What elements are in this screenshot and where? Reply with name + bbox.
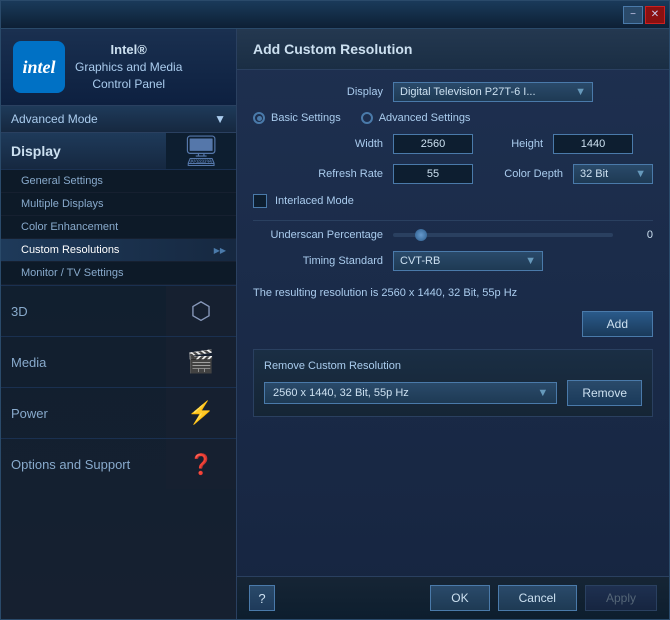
basic-radio-icon [253,112,265,124]
3d-label: 3D [1,296,166,327]
underscan-value: 0 [623,229,653,241]
advanced-radio-icon [361,112,373,124]
app-title: Intel® Graphics and Media Control Panel [75,41,182,93]
sidebar-item-3d[interactable]: 3D ⬡ [1,285,236,336]
support-icon: ❓ [166,439,236,489]
sub-nav: General Settings Multiple Displays Color… [1,170,236,285]
timing-row: Timing Standard CVT-RB ▼ [253,251,653,271]
height-label: Height [483,138,543,150]
basic-settings-label: Basic Settings [271,112,341,124]
interlaced-checkbox[interactable] [253,194,267,208]
sidebar-item-power[interactable]: Power ⚡ [1,387,236,438]
advanced-settings-radio[interactable]: Advanced Settings [361,112,471,124]
basic-settings-radio[interactable]: Basic Settings [253,112,341,124]
sidebar-item-color-enhancement[interactable]: Color Enhancement [1,216,236,239]
minimize-button[interactable]: − [623,6,643,24]
3d-icon: ⬡ [166,286,236,336]
media-label: Media [1,347,166,378]
power-icon: ⚡ [166,388,236,438]
sidebar-item-custom-resolutions[interactable]: Custom Resolutions [1,239,236,262]
color-depth-arrow-icon: ▼ [635,168,646,180]
advanced-settings-label: Advanced Settings [379,112,471,124]
settings-mode-radio: Basic Settings Advanced Settings [253,112,653,124]
logo-area: intel Intel® Graphics and Media Control … [1,29,236,106]
remove-resolution-value: 2560 x 1440, 32 Bit, 55p Hz [273,387,409,399]
sidebar-item-multiple-displays[interactable]: Multiple Displays [1,193,236,216]
height-input[interactable] [553,134,633,154]
color-depth-dropdown[interactable]: 32 Bit ▼ [573,164,653,184]
power-label: Power [1,398,166,429]
add-btn-row: Add [253,311,653,337]
ok-button[interactable]: OK [430,585,489,611]
timing-dropdown[interactable]: CVT-RB ▼ [393,251,543,271]
sidebar-item-media[interactable]: Media 🎬 [1,336,236,387]
titlebar: − ✕ [1,1,669,29]
timing-label: Timing Standard [253,255,383,267]
refresh-rate-input[interactable] [393,164,473,184]
underscan-row: Underscan Percentage 0 [253,229,653,241]
main-content: intel Intel® Graphics and Media Control … [1,29,669,619]
interlaced-row[interactable]: Interlaced Mode [253,194,653,208]
remove-section: Remove Custom Resolution 2560 x 1440, 32… [253,349,653,417]
remove-button[interactable]: Remove [567,380,642,406]
apply-button[interactable]: Apply [585,585,657,611]
divider-1 [253,220,653,221]
width-label: Width [253,138,383,150]
color-depth-value: 32 Bit [580,168,608,180]
display-field-label: Display [253,86,383,98]
add-button[interactable]: Add [582,311,653,337]
refresh-rate-label: Refresh Rate [253,168,383,180]
panel-title: Add Custom Resolution [253,41,653,57]
mode-label: Advanced Mode [11,112,98,126]
panel-body: Display Digital Television P27T-6 I... ▼… [237,70,669,576]
display-row: Display Digital Television P27T-6 I... ▼ [253,82,653,102]
options-label: Options and Support [1,449,166,480]
mode-arrow-icon: ▼ [214,112,226,126]
dimensions-row: Width Height [253,134,653,154]
display-dropdown[interactable]: Digital Television P27T-6 I... ▼ [393,82,593,102]
refresh-color-row: Refresh Rate Color Depth 32 Bit ▼ [253,164,653,184]
intel-logo-icon: intel [13,41,65,93]
close-button[interactable]: ✕ [645,6,665,24]
mode-selector[interactable]: Advanced Mode ▼ [1,106,236,133]
underscan-slider-thumb[interactable] [415,229,427,241]
timing-arrow-icon: ▼ [525,255,536,267]
main-window: − ✕ intel Intel® Graphics and Media Cont… [0,0,670,620]
timing-value: CVT-RB [400,255,440,267]
remove-dropdown-arrow-icon: ▼ [537,387,548,399]
media-icon: 🎬 [166,337,236,387]
panel-header: Add Custom Resolution [237,29,669,70]
color-depth-label: Color Depth [483,168,563,180]
help-button[interactable]: ? [249,585,275,611]
panel-footer: ? OK Cancel Apply [237,576,669,619]
display-label: Display [1,133,166,169]
display-icon: 🖥 [166,133,236,169]
interlaced-label: Interlaced Mode [275,195,354,207]
display-dropdown-arrow-icon: ▼ [575,86,586,98]
result-text: The resulting resolution is 2560 x 1440,… [253,283,653,303]
main-panel: Add Custom Resolution Display Digital Te… [237,29,669,619]
underscan-label: Underscan Percentage [253,229,383,241]
cancel-button[interactable]: Cancel [498,585,577,611]
width-input[interactable] [393,134,473,154]
display-dropdown-value: Digital Television P27T-6 I... [400,86,536,98]
sidebar-item-monitor-settings[interactable]: Monitor / TV Settings [1,262,236,285]
sidebar-item-options-support[interactable]: Options and Support ❓ [1,438,236,489]
remove-row: 2560 x 1440, 32 Bit, 55p Hz ▼ Remove [264,380,642,406]
remove-section-title: Remove Custom Resolution [264,360,642,372]
sidebar-item-display[interactable]: Display 🖥 [1,133,236,170]
underscan-slider-track[interactable] [393,233,613,237]
remove-resolution-dropdown[interactable]: 2560 x 1440, 32 Bit, 55p Hz ▼ [264,382,557,404]
sidebar-item-general-settings[interactable]: General Settings [1,170,236,193]
sidebar: intel Intel® Graphics and Media Control … [1,29,237,619]
